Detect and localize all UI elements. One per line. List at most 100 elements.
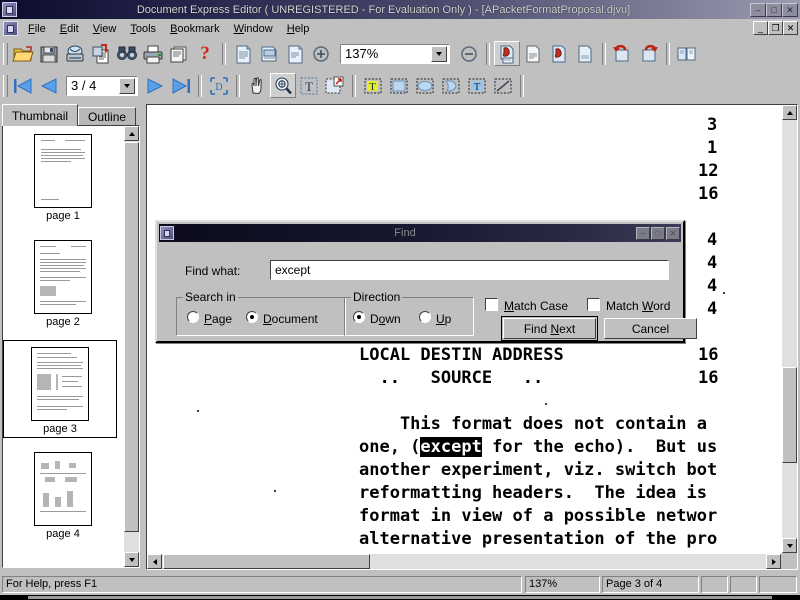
- doc-scroll-down-button[interactable]: [782, 538, 797, 553]
- text-layer-icon[interactable]: [520, 41, 546, 66]
- highlight-region-icon[interactable]: T: [360, 73, 386, 98]
- help-icon[interactable]: ?: [192, 41, 218, 66]
- radio-search-page-label: Page: [204, 312, 233, 326]
- scroll-up-button[interactable]: [124, 126, 139, 141]
- find-icon[interactable]: [114, 41, 140, 66]
- foreground-layer-icon[interactable]: [572, 41, 598, 66]
- thumbnail-page-1[interactable]: page 1: [3, 128, 123, 224]
- minimize-button[interactable]: –: [750, 2, 766, 17]
- find-what-input[interactable]: except: [270, 260, 669, 280]
- chevron-down-icon[interactable]: [431, 45, 447, 62]
- sidebar-tabs: Thumbnail Outline: [2, 104, 137, 126]
- find-dialog: Find – □ ✕ Find what: except Search in P…: [155, 220, 697, 343]
- document-vscrollbar[interactable]: [782, 105, 797, 553]
- rectangle-region-icon[interactable]: [386, 73, 412, 98]
- thumbnail-scrollbar[interactable]: [124, 126, 139, 567]
- actual-size-icon[interactable]: [282, 41, 308, 66]
- maximize-button[interactable]: □: [766, 2, 782, 17]
- color-layer-icon[interactable]: [494, 41, 520, 66]
- tab-outline[interactable]: Outline: [78, 107, 137, 126]
- find-close-button[interactable]: ✕: [666, 226, 680, 240]
- page-chevron-down-icon[interactable]: [119, 77, 135, 94]
- scroll-down-button[interactable]: [124, 552, 139, 567]
- zoom-tool-icon[interactable]: [270, 73, 296, 98]
- previous-page-icon[interactable]: [36, 73, 62, 98]
- find-minimize-button[interactable]: –: [636, 226, 650, 240]
- mdi-restore-button[interactable]: ❐: [768, 21, 783, 35]
- lasso-region-icon[interactable]: [438, 73, 464, 98]
- find-what-label: Find what:: [185, 264, 241, 278]
- thumbnail-page-4[interactable]: page 4: [3, 446, 123, 542]
- radio-direction-down[interactable]: [353, 311, 365, 323]
- doc-scroll-thumb[interactable]: [782, 367, 797, 463]
- close-button[interactable]: ✕: [782, 2, 798, 17]
- radio-direction-up[interactable]: [419, 311, 431, 323]
- doc-num: 4: [707, 230, 718, 250]
- print-icon[interactable]: [140, 41, 166, 66]
- status-zoom: 137%: [525, 576, 600, 593]
- fit-page-icon[interactable]: [230, 41, 256, 66]
- doc-line: LOCAL DESTIN ADDRESS: [359, 345, 564, 365]
- main-toolbar: ? 137%: [0, 38, 800, 69]
- properties-icon[interactable]: [166, 41, 192, 66]
- rotate-left-icon[interactable]: [610, 41, 636, 66]
- line-region-icon[interactable]: [490, 73, 516, 98]
- scroll-thumb[interactable]: [124, 142, 139, 532]
- nav-toolbar-grip[interactable]: [3, 74, 8, 97]
- import-icon[interactable]: [88, 41, 114, 66]
- document-outline-icon[interactable]: D: [206, 73, 232, 98]
- toolbar-grip[interactable]: [3, 42, 8, 65]
- menu-item-view[interactable]: View: [86, 21, 124, 37]
- find-next-button[interactable]: Find Next: [501, 316, 598, 341]
- menu-item-window[interactable]: Window: [227, 21, 280, 37]
- document-icon[interactable]: [3, 21, 18, 36]
- first-page-icon[interactable]: [10, 73, 36, 98]
- menu-item-edit[interactable]: Edit: [53, 21, 86, 37]
- zoom-out-icon[interactable]: [456, 41, 482, 66]
- text-select-tool-icon[interactable]: T: [296, 73, 322, 98]
- thumbnail-page-3[interactable]: page 3: [3, 340, 117, 438]
- svg-text:T: T: [305, 79, 313, 94]
- hyperlink-tool-icon[interactable]: [322, 73, 348, 98]
- oval-region-icon[interactable]: [412, 73, 438, 98]
- tab-thumbnail[interactable]: Thumbnail: [2, 104, 79, 126]
- thumbnail-page-2[interactable]: page 2: [3, 234, 123, 330]
- next-page-icon[interactable]: [142, 73, 168, 98]
- radio-search-page[interactable]: [187, 311, 199, 323]
- mdi-close-button[interactable]: ✕: [783, 21, 798, 35]
- page-combo[interactable]: 3 / 4: [66, 75, 138, 96]
- zoom-combo[interactable]: 137%: [340, 43, 450, 64]
- doc-scroll-left-button[interactable]: [147, 554, 162, 569]
- menu-item-bookmark[interactable]: Bookmark: [163, 21, 227, 37]
- scanner-icon[interactable]: [62, 41, 88, 66]
- radio-direction-up-label: Up: [436, 312, 452, 326]
- toolbar-separator: [222, 42, 226, 65]
- doc-hscroll-thumb[interactable]: [163, 554, 370, 569]
- radio-search-document[interactable]: [246, 311, 258, 323]
- document-hscrollbar[interactable]: [147, 554, 781, 569]
- menu-item-file[interactable]: File: [21, 21, 53, 37]
- zoom-in-icon[interactable]: [308, 41, 334, 66]
- open-icon[interactable]: [10, 41, 36, 66]
- checkbox-match-case[interactable]: [485, 298, 498, 311]
- save-icon[interactable]: [36, 41, 62, 66]
- rotate-right-icon[interactable]: [636, 41, 662, 66]
- last-page-icon[interactable]: [168, 73, 194, 98]
- find-maximize-button[interactable]: □: [651, 226, 665, 240]
- nav-separator-1: [198, 74, 202, 97]
- checkbox-match-word[interactable]: [587, 298, 600, 311]
- background-layer-icon[interactable]: [546, 41, 572, 66]
- menu-item-tools[interactable]: Tools: [123, 21, 163, 37]
- text-region-icon[interactable]: T: [464, 73, 490, 98]
- menu-item-help[interactable]: Help: [280, 21, 317, 37]
- fit-width-icon[interactable]: [256, 41, 282, 66]
- mdi-minimize-button[interactable]: _: [753, 21, 768, 35]
- find-dialog-titlebar[interactable]: Find – □ ✕: [159, 224, 681, 242]
- doc-paragraph-line: another experiment, viz. switch bot: [359, 460, 718, 480]
- doc-scroll-right-button[interactable]: [766, 554, 781, 569]
- cancel-button[interactable]: Cancel: [604, 318, 697, 339]
- doc-paragraph-line: reformatting headers. The idea is: [359, 483, 707, 503]
- hand-tool-icon[interactable]: [244, 73, 270, 98]
- doc-scroll-up-button[interactable]: [782, 105, 797, 120]
- facing-pages-icon[interactable]: [674, 41, 700, 66]
